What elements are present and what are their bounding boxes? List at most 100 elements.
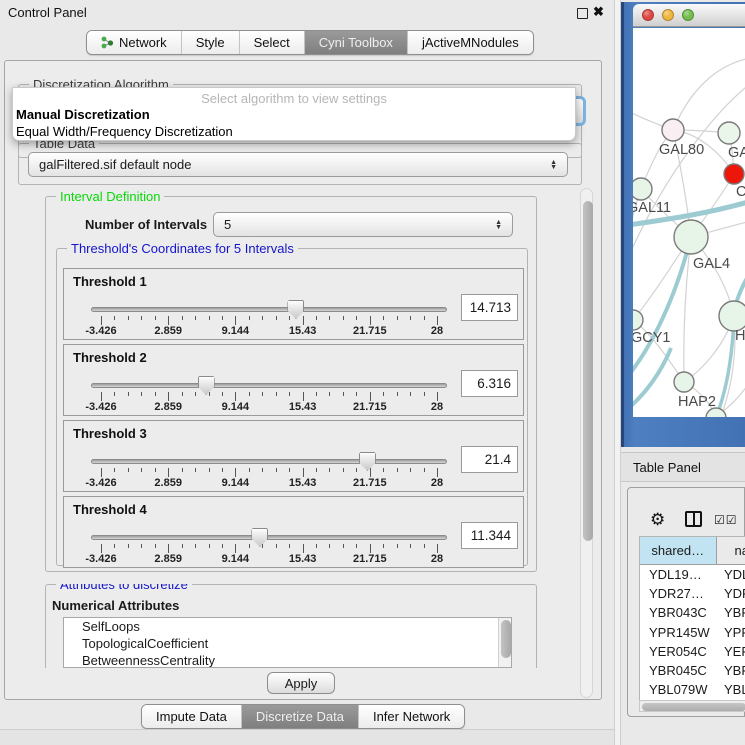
network-node[interactable] (674, 220, 708, 254)
attributes-scrollbar-thumb[interactable] (501, 620, 511, 658)
tab-label: Style (196, 35, 225, 50)
table-row[interactable]: YPR145WYPR1 (640, 623, 745, 642)
table-scrollbar-thumb[interactable] (642, 703, 745, 711)
cell-name[interactable]: YER0 (717, 642, 745, 661)
cell-shared-name[interactable]: YBR045C (640, 661, 717, 680)
tab-label: jActiveMNodules (422, 35, 519, 50)
network-window-titlebar[interactable] (633, 4, 745, 27)
combo-stepper-icon: ▲▼ (495, 220, 502, 230)
attribute-list-item[interactable]: SelfLoops (64, 618, 511, 635)
slider-tick-labels: -3.4262.8599.14415.4321.71528 (91, 477, 447, 489)
table-data-combobox[interactable]: galFiltered.sif default node ▲▼ (28, 152, 568, 177)
table-row[interactable]: YBL079WYBL0 (640, 680, 745, 699)
table-horizontal-scrollbar[interactable] (639, 700, 745, 712)
threshold-label: Threshold 2 (73, 350, 147, 365)
threshold-slider-track[interactable] (91, 459, 447, 464)
network-node[interactable] (662, 119, 684, 141)
close-icon[interactable]: ✖ (593, 4, 604, 20)
cell-shared-name[interactable]: YPR145W (640, 623, 717, 642)
table-row[interactable]: YDR27…YDR2 (640, 584, 745, 603)
tab-label: Discretize Data (256, 709, 344, 724)
network-node[interactable] (719, 301, 745, 331)
cell-name[interactable]: YDR2 (717, 584, 745, 603)
status-strip (0, 729, 614, 745)
panel-vertical-scrollbar[interactable] (580, 188, 593, 698)
tab-style[interactable]: Style (182, 31, 240, 54)
tab-cyni-toolbox[interactable]: Cyni Toolbox (305, 31, 408, 54)
apply-button[interactable]: Apply (267, 672, 335, 694)
column-header-shared-name[interactable]: shared… (640, 537, 717, 564)
panel-scrollbar-thumb[interactable] (583, 201, 593, 541)
attribute-list-item[interactable]: TopologicalCoefficient (64, 635, 511, 652)
threshold-slider-track[interactable] (91, 535, 447, 540)
algorithm-dropdown-popup: Select algorithm to view settings Manual… (12, 87, 576, 141)
bottom-tab-bar: Impute Data Discretize Data Infer Network (141, 704, 465, 729)
cell-name[interactable]: YDL1 (717, 565, 745, 584)
top-tab-bar: Network Style Select Cyni Toolbox jActiveMNo… (86, 30, 534, 55)
network-node-label: GCY1 (633, 330, 671, 346)
attributes-list-scrollbar[interactable] (498, 618, 511, 668)
network-node-label: GAL80 (659, 142, 704, 158)
close-light[interactable] (642, 9, 654, 21)
minimize-light[interactable] (662, 9, 674, 21)
cell-name[interactable]: YBR0 (717, 603, 745, 622)
threshold-value-field[interactable]: 14.713 (461, 294, 518, 321)
algorithm-option[interactable]: Equal Width/Frequency Discretization (13, 123, 575, 140)
threshold-panel: Threshold 4-3.4262.8599.14415.4321.71528… (63, 496, 524, 568)
tab-label: Cyni Toolbox (319, 35, 393, 50)
network-node[interactable] (674, 372, 694, 392)
float-window-icon[interactable] (577, 8, 588, 19)
network-icon (101, 36, 114, 49)
network-view-canvas[interactable]: GAL80GACGAL11GAL4GCY1HHAP2 (633, 28, 745, 417)
table-panel-window: ⚙ ☑☑ shared… na YDL19…YDL1YDR27…YDR2YBR0… (627, 487, 745, 717)
cell-name[interactable]: YBL0 (717, 680, 745, 699)
cell-shared-name[interactable]: YBL079W (640, 680, 717, 699)
table-row[interactable]: YBR045CYBR0 (640, 661, 745, 680)
checkbox-checked-icon[interactable]: ☑☑ (714, 513, 738, 527)
cell-name[interactable]: YBR0 (717, 661, 745, 680)
tab-impute-data[interactable]: Impute Data (142, 705, 242, 728)
threshold-slider-track[interactable] (91, 307, 447, 312)
cell-shared-name[interactable]: YBR043C (640, 603, 717, 622)
network-node[interactable] (724, 164, 744, 184)
column-header-name[interactable]: na (717, 537, 745, 564)
table-row[interactable]: YBR043CYBR0 (640, 603, 745, 622)
zoom-light[interactable] (682, 9, 694, 21)
network-node[interactable] (718, 122, 740, 144)
slider-tick-labels: -3.4262.8599.14415.4321.71528 (91, 325, 447, 337)
table-row[interactable]: YER054CYER0 (640, 642, 745, 661)
threshold-value-field[interactable]: 11.344 (461, 522, 518, 549)
tab-infer-network[interactable]: Infer Network (359, 705, 464, 728)
network-node-label: GAL4 (693, 256, 730, 272)
tab-jactivemnodules[interactable]: jActiveMNodules (408, 31, 533, 54)
num-intervals-combobox[interactable]: 5 ▲▼ (213, 212, 513, 237)
cell-name[interactable]: YPR1 (717, 623, 745, 642)
gear-icon[interactable]: ⚙ (650, 510, 665, 530)
cell-shared-name[interactable]: YDL19… (640, 565, 717, 584)
network-node-label: GA (728, 145, 745, 161)
numerical-attributes-list[interactable]: SelfLoopsTopologicalCoefficientBetweenne… (63, 617, 512, 668)
threshold-value-field[interactable]: 6.316 (461, 370, 518, 397)
threshold-label: Threshold 1 (73, 274, 147, 289)
threshold-slider-track[interactable] (91, 383, 447, 388)
thresholds-group-title: Threshold's Coordinates for 5 Intervals (67, 241, 298, 256)
table-row[interactable]: YDL19…YDL1 (640, 565, 745, 584)
split-table-icon[interactable] (685, 511, 702, 527)
panel-divider[interactable] (614, 0, 621, 745)
tab-label: Infer Network (373, 709, 450, 724)
attribute-list-item[interactable]: BetweennessCentrality (64, 652, 511, 668)
tab-network[interactable]: Network (87, 31, 182, 54)
table-panel-title: Table Panel (633, 460, 701, 475)
cell-shared-name[interactable]: YER054C (640, 642, 717, 661)
network-node[interactable] (633, 178, 652, 200)
node-attribute-table[interactable]: shared… na YDL19…YDL1YDR27…YDR2YBR043CYB… (639, 536, 745, 702)
tab-label: Network (119, 35, 167, 50)
threshold-panel: Threshold 1 -3.4262.8599.14415.4321.71528… (63, 268, 524, 340)
tab-select[interactable]: Select (240, 31, 305, 54)
threshold-value-field[interactable]: 21.4 (461, 446, 518, 473)
algorithm-option[interactable]: Manual Discretization (13, 106, 575, 123)
tab-discretize-data[interactable]: Discretize Data (242, 705, 359, 728)
cell-shared-name[interactable]: YDR27… (640, 584, 717, 603)
threshold-label: Threshold 3 (73, 426, 147, 441)
slider-tick-labels: -3.4262.8599.14415.4321.71528 (91, 553, 447, 565)
